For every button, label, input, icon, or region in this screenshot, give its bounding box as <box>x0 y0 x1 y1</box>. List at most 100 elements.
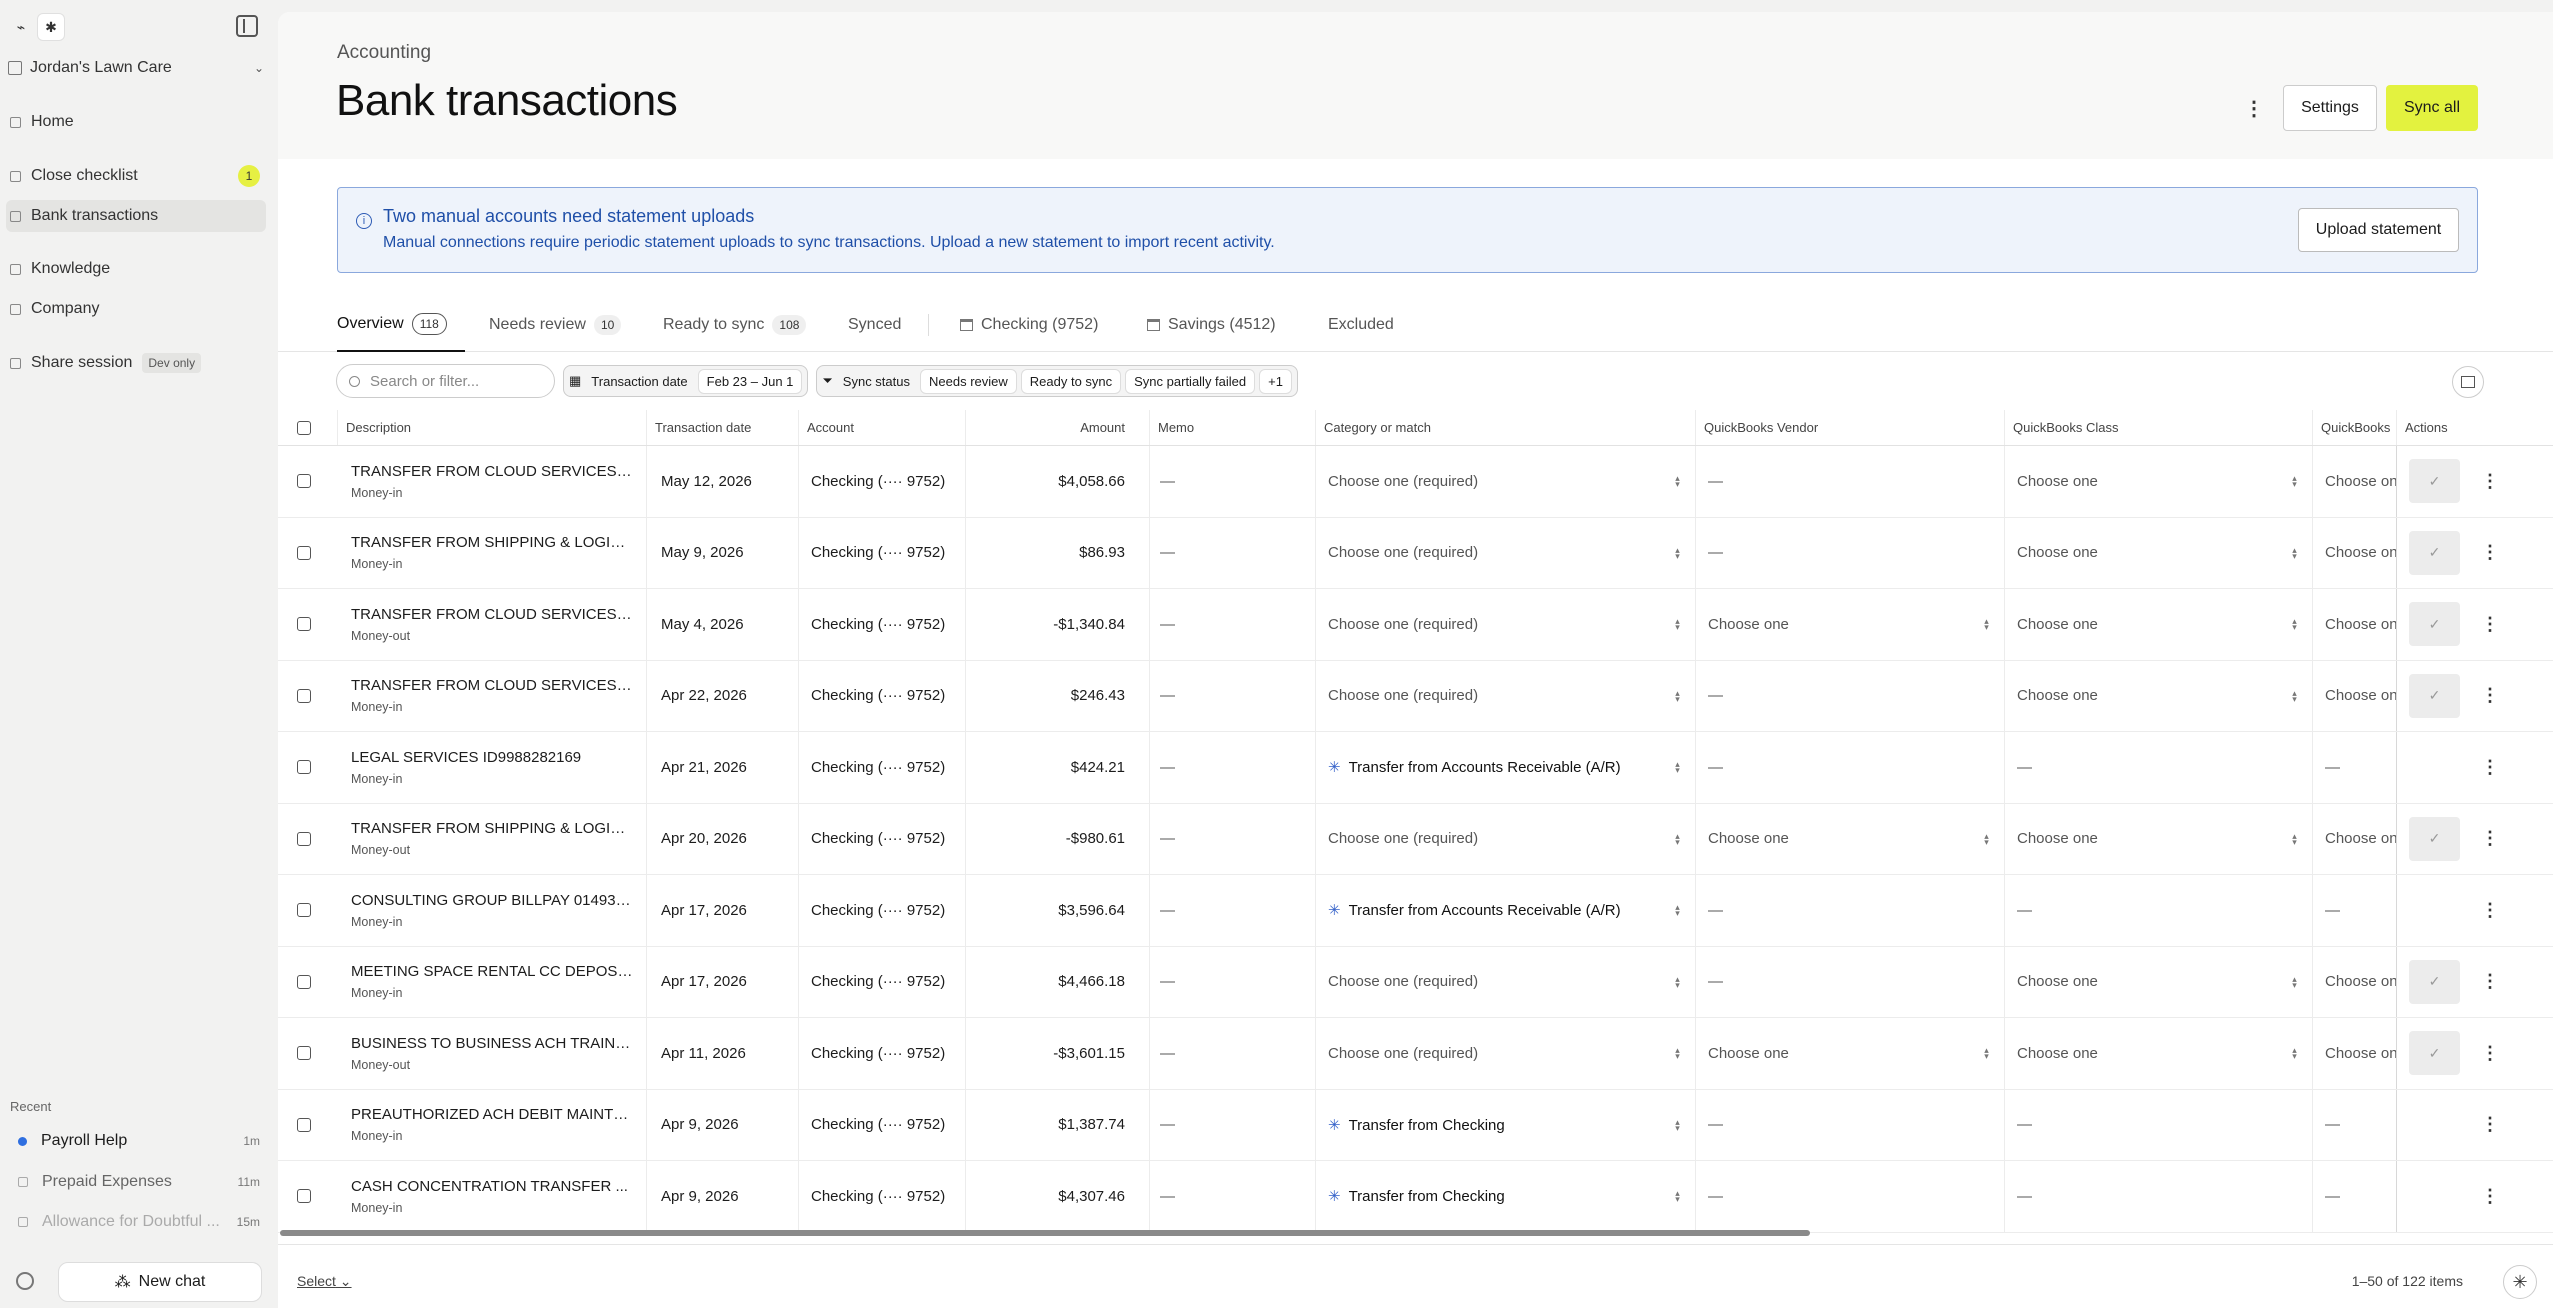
memo-cell[interactable]: — <box>1149 517 1315 588</box>
recent-chat[interactable]: Prepaid Expenses 11m <box>18 1170 260 1194</box>
column-header[interactable]: Transaction date <box>646 410 798 445</box>
class-select[interactable]: Choose one ▴ ▾ <box>2004 803 2312 874</box>
table-row[interactable]: TRANSFER FROM CLOUD SERVICES I... Money-o… <box>278 589 2553 661</box>
approve-check-icon[interactable]: ✓ <box>2409 459 2460 504</box>
sidebar-item-bank-transactions[interactable]: Bank transactions <box>6 200 266 232</box>
column-header[interactable]: Amount <box>965 410 1142 445</box>
row-checkbox[interactable] <box>297 661 317 732</box>
row-checkbox[interactable] <box>297 1090 317 1161</box>
row-checkbox[interactable] <box>297 446 317 517</box>
upload-statement-button[interactable]: Upload statement <box>2298 208 2459 252</box>
settings-button[interactable]: Settings <box>2283 85 2377 131</box>
row-menu-icon[interactable]: ⋮ <box>2481 685 2499 706</box>
sidebar-item-share-session[interactable]: Share session Dev only <box>6 347 266 379</box>
class-select[interactable]: Choose one ▴ ▾ <box>2004 660 2312 731</box>
table-row[interactable]: TRANSFER FROM SHIPPING & LOGIST... Money-… <box>278 803 2553 875</box>
tab-synced[interactable]: Synced <box>848 297 901 352</box>
row-checkbox[interactable] <box>297 1018 317 1089</box>
quickbooks-select[interactable]: Choose one <box>2312 589 2396 660</box>
approve-check-icon[interactable]: ✓ <box>2409 959 2460 1004</box>
row-checkbox[interactable] <box>297 947 317 1018</box>
category-select[interactable]: Choose one (required) ▴ ▾ <box>1315 660 1695 731</box>
class-select[interactable]: Choose one ▴ ▾ <box>2004 946 2312 1017</box>
sidebar-item-home[interactable]: Home <box>6 106 266 138</box>
sidebar-toggle-icon[interactable] <box>236 15 258 37</box>
quickbooks-select[interactable]: Choose one <box>2312 517 2396 588</box>
table-row[interactable]: BUSINESS TO BUSINESS ACH TRAININ... Money… <box>278 1018 2553 1090</box>
tab-savings[interactable]: Savings (4512) <box>1147 297 1276 352</box>
row-checkbox[interactable] <box>297 732 317 803</box>
select-dropdown[interactable]: Select ⌄ <box>297 1273 352 1290</box>
class-select[interactable]: Choose one ▴ ▾ <box>2004 517 2312 588</box>
approve-check-icon[interactable]: ✓ <box>2409 816 2460 861</box>
row-menu-icon[interactable]: ⋮ <box>2481 757 2499 778</box>
table-row[interactable]: CONSULTING GROUP BILLPAY 014932... Money-… <box>278 875 2553 947</box>
row-checkbox[interactable] <box>297 875 317 946</box>
tab-ready-to-sync[interactable]: Ready to sync 108 <box>663 297 807 352</box>
row-menu-icon[interactable]: ⋮ <box>2481 1114 2499 1135</box>
row-checkbox[interactable] <box>297 518 317 589</box>
quickbooks-select[interactable]: Choose one <box>2312 803 2396 874</box>
row-checkbox[interactable] <box>297 1161 317 1232</box>
memo-cell[interactable]: — <box>1149 875 1315 946</box>
approve-check-icon[interactable]: ✓ <box>2409 602 2460 647</box>
approve-check-icon[interactable]: ✓ <box>2409 1031 2460 1076</box>
category-select[interactable]: Choose one (required) ▴ ▾ <box>1315 946 1695 1017</box>
sync-status-filter-chip[interactable]: ⏷ Sync status Needs review Ready to sync Syn… <box>816 365 1298 397</box>
new-chat-button[interactable]: ⁂ New chat <box>58 1262 262 1302</box>
quickbooks-select[interactable]: Choose one <box>2312 946 2396 1017</box>
approve-check-icon[interactable]: ✓ <box>2409 530 2460 575</box>
recent-chat[interactable]: Payroll Help 1m <box>18 1129 260 1153</box>
category-select[interactable]: ✳ Transfer from Checking ▴ ▾ <box>1315 1161 1695 1232</box>
tab-checking[interactable]: Checking (9752) <box>960 297 1098 352</box>
column-header[interactable]: QuickBooks <box>2312 410 2396 445</box>
table-row[interactable]: TRANSFER FROM SHIPPING & LOGIST... Money-… <box>278 517 2553 589</box>
select-all-checkbox[interactable] <box>297 410 317 445</box>
category-select[interactable]: Choose one (required) ▴ ▾ <box>1315 589 1695 660</box>
tab-excluded[interactable]: Excluded <box>1328 297 1394 352</box>
table-row[interactable]: LEGAL SERVICES ID9988282169 Money-in Apr 2… <box>278 732 2553 804</box>
row-checkbox[interactable] <box>297 589 317 660</box>
vendor-select[interactable]: Choose one ▴ ▾ <box>1695 589 2004 660</box>
vendor-select[interactable]: Choose one ▴ ▾ <box>1695 1018 2004 1089</box>
quickbooks-select[interactable]: Choose one <box>2312 660 2396 731</box>
category-select[interactable]: ✳ Transfer from Checking ▴ ▾ <box>1315 1089 1695 1160</box>
assistant-icon[interactable]: ✳ <box>2503 1265 2537 1299</box>
table-row[interactable]: CASH CONCENTRATION TRANSFER ... Money-in A… <box>278 1161 2553 1233</box>
table-row[interactable]: PREAUTHORIZED ACH DEBIT MAINTE... Money-i… <box>278 1089 2553 1161</box>
memo-cell[interactable]: — <box>1149 732 1315 803</box>
row-menu-icon[interactable]: ⋮ <box>2481 1043 2499 1064</box>
sidebar-item-close-checklist[interactable]: Close checklist 1 <box>6 160 266 192</box>
memo-cell[interactable]: — <box>1149 803 1315 874</box>
tab-overview[interactable]: Overview 118 <box>337 297 465 352</box>
company-switcher[interactable]: Jordan's Lawn Care ⌄ <box>8 54 264 82</box>
approve-check-icon[interactable]: ✓ <box>2409 673 2460 718</box>
sidebar-item-knowledge[interactable]: Knowledge <box>6 253 266 285</box>
column-header[interactable]: Category or match <box>1315 410 1695 445</box>
class-select[interactable]: Choose one ▴ ▾ <box>2004 446 2312 517</box>
more-options-icon[interactable]: ⋮ <box>2244 96 2264 121</box>
category-select[interactable]: ✳ Transfer from Accounts Receivable (A/R)… <box>1315 732 1695 803</box>
history-icon[interactable] <box>16 1272 34 1290</box>
class-select[interactable]: Choose one ▴ ▾ <box>2004 1018 2312 1089</box>
recent-chat[interactable]: Allowance for Doubtful ... 15m <box>18 1210 260 1234</box>
table-row[interactable]: TRANSFER FROM CLOUD SERVICES I... Money-i… <box>278 446 2553 518</box>
horizontal-scrollbar[interactable] <box>280 1230 1810 1236</box>
memo-cell[interactable]: — <box>1149 1018 1315 1089</box>
row-menu-icon[interactable]: ⋮ <box>2481 542 2499 563</box>
category-select[interactable]: Choose one (required) ▴ ▾ <box>1315 1018 1695 1089</box>
sidebar-item-company[interactable]: Company <box>6 293 266 325</box>
table-row[interactable]: MEETING SPACE RENTAL CC DEPOSI... Money-i… <box>278 946 2553 1018</box>
row-menu-icon[interactable]: ⋮ <box>2481 900 2499 921</box>
class-select[interactable]: Choose one ▴ ▾ <box>2004 589 2312 660</box>
row-menu-icon[interactable]: ⋮ <box>2481 471 2499 492</box>
mode-a-icon[interactable]: ⌁ <box>8 14 34 40</box>
mode-b-icon[interactable]: ✱ <box>38 14 64 40</box>
tab-needs-review[interactable]: Needs review 10 <box>489 297 622 352</box>
category-select[interactable]: Choose one (required) ▴ ▾ <box>1315 803 1695 874</box>
row-menu-icon[interactable]: ⋮ <box>2481 614 2499 635</box>
memo-cell[interactable]: — <box>1149 1089 1315 1160</box>
column-settings-button[interactable] <box>2452 366 2484 398</box>
memo-cell[interactable]: — <box>1149 446 1315 517</box>
column-header[interactable]: Account <box>798 410 965 445</box>
